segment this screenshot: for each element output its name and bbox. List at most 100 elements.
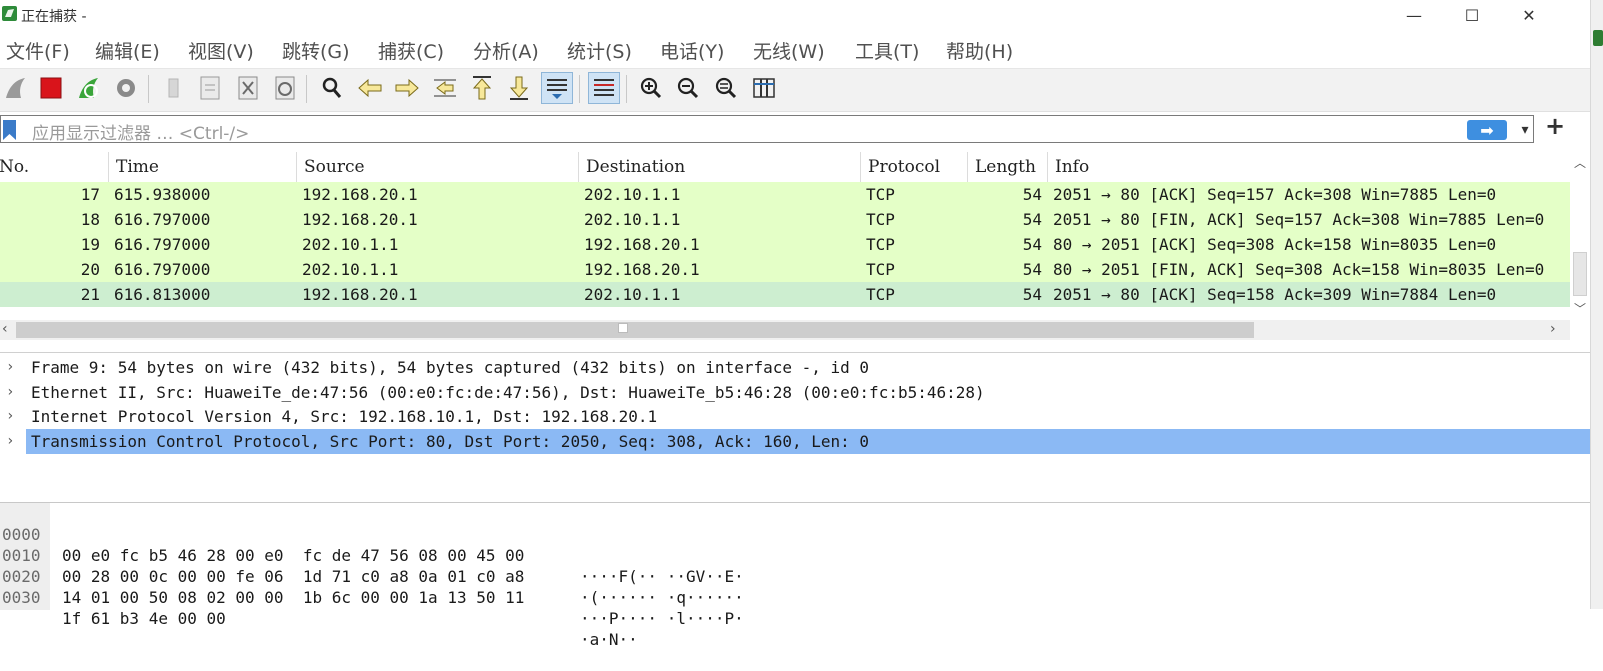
wireshark-window: 正在捕获 - — ☐ ✕ 文件(F) 编辑(E) 视图(V) 跳转(G) 捕获(… (0, 0, 1590, 649)
cell-info: 80 → 2051 [ACK] Seq=308 Ack=158 Win=8035… (1053, 235, 1497, 254)
menu-file[interactable]: 文件(F) (6, 37, 70, 64)
bytes-row[interactable]: 0000 00 e0 fc b5 46 28 00 e0 fc de 47 56… (0, 503, 1590, 586)
close-button[interactable]: ✕ (1500, 0, 1558, 30)
close-file-icon[interactable] (232, 72, 264, 104)
byte-ascii[interactable]: ·(······ ·q······ (580, 587, 744, 608)
menu-view[interactable]: 视图(V) (188, 37, 254, 64)
scroll-right-icon[interactable]: › (1550, 321, 1556, 337)
detail-row-frame[interactable]: › Frame 9: 54 bytes on wire (432 bits), … (0, 355, 1590, 380)
add-filter-button[interactable]: + (1545, 112, 1565, 140)
cell-time: 615.938000 (114, 185, 211, 204)
filter-history-dropdown[interactable]: ▾ (1517, 120, 1533, 140)
packet-list: No. Time Source Destination Protocol Len… (0, 152, 1590, 348)
menu-capture[interactable]: 捕获(C) (378, 37, 444, 64)
column-length[interactable]: Length (967, 152, 1047, 182)
table-row-selected[interactable]: 21 616.813000 192.168.20.1 202.10.1.1 TC… (0, 282, 1570, 307)
menu-wireless[interactable]: 无线(W) (753, 37, 825, 64)
cell-time: 616.797000 (114, 210, 211, 229)
table-row[interactable]: 19 616.797000 202.10.1.1 192.168.20.1 TC… (0, 232, 1570, 257)
scroll-down-icon[interactable]: ﹀ (1574, 300, 1586, 317)
restart-capture-icon[interactable] (73, 72, 105, 104)
cell-destination: 192.168.20.1 (584, 235, 700, 254)
table-row[interactable]: 17 615.938000 192.168.20.1 202.10.1.1 TC… (0, 182, 1570, 207)
packet-list-header: No. Time Source Destination Protocol Len… (0, 152, 1570, 183)
zoom-in-icon[interactable] (635, 72, 667, 104)
table-row[interactable]: 20 616.797000 202.10.1.1 192.168.20.1 TC… (0, 257, 1570, 282)
capture-options-gear-icon[interactable] (110, 72, 142, 104)
menu-go[interactable]: 跳转(G) (282, 37, 350, 64)
go-last-packet-icon[interactable] (503, 72, 535, 104)
go-forward-icon[interactable] (391, 72, 423, 104)
chevron-right-icon[interactable]: › (6, 429, 14, 454)
wireshark-logo-icon (2, 6, 17, 21)
apply-filter-button[interactable]: ➡ (1467, 120, 1507, 140)
go-first-packet-icon[interactable] (466, 72, 498, 104)
cell-no: 18 (80, 210, 100, 229)
stop-capture-icon[interactable] (35, 72, 67, 104)
display-filter-input[interactable]: 应用显示过滤器 … <Ctrl-/> ➡ ▾ (0, 115, 1534, 144)
chevron-right-icon[interactable]: › (6, 355, 14, 380)
cell-info: 2051 → 80 [FIN, ACK] Seq=157 Ack=308 Win… (1053, 210, 1545, 229)
column-protocol[interactable]: Protocol (860, 152, 967, 182)
go-to-packet-icon[interactable] (429, 72, 461, 104)
find-packet-icon[interactable] (316, 72, 348, 104)
minimize-button[interactable]: — (1385, 0, 1443, 30)
menu-statistics[interactable]: 统计(S) (567, 37, 632, 64)
toolbar-separator (579, 75, 580, 103)
maximize-button[interactable]: ☐ (1443, 0, 1501, 30)
menu-analyze[interactable]: 分析(A) (473, 37, 539, 64)
packet-list-vertical-scrollbar[interactable]: ︿ ﹀ (1570, 152, 1590, 320)
bytes-row[interactable]: 0010 00 28 00 0c 00 00 fe 06 1d 71 c0 a8… (0, 524, 1590, 607)
cell-no: 20 (80, 260, 100, 279)
menu-edit[interactable]: 编辑(E) (95, 37, 160, 64)
column-destination[interactable]: Destination (578, 152, 860, 182)
detail-row-ethernet[interactable]: › Ethernet II, Src: HuaweiTe_de:47:56 (0… (0, 380, 1590, 405)
column-time[interactable]: Time (108, 152, 296, 182)
reload-file-icon[interactable] (269, 72, 301, 104)
menu-telephony[interactable]: 电话(Y) (660, 37, 724, 64)
auto-scroll-icon[interactable] (541, 72, 573, 104)
menu-help[interactable]: 帮助(H) (946, 37, 1013, 64)
scrollbar-thumb[interactable] (16, 322, 1254, 338)
detail-text: Frame 9: 54 bytes on wire (432 bits), 54… (31, 358, 870, 377)
cell-time: 616.797000 (114, 235, 211, 254)
cell-source: 192.168.20.1 (302, 185, 418, 204)
column-no[interactable]: No. (0, 152, 108, 182)
scroll-left-icon[interactable]: ‹ (2, 321, 8, 337)
packet-list-horizontal-scrollbar[interactable]: ‹ › (0, 320, 1570, 340)
byte-ascii[interactable]: ·a·N·· (580, 629, 638, 650)
bytes-row[interactable]: 0020 14 01 00 50 08 02 00 00 1b 6c 00 00… (0, 545, 1590, 628)
open-file-icon[interactable] (158, 72, 190, 104)
column-info[interactable]: Info (1047, 152, 1570, 182)
scrollbar-thumb[interactable] (1573, 252, 1587, 296)
display-filter-bar: 应用显示过滤器 … <Ctrl-/> ➡ ▾ + (0, 112, 1590, 148)
column-source[interactable]: Source (296, 152, 578, 182)
scroll-up-icon[interactable]: ︿ (1574, 154, 1586, 171)
shark-fin-start-icon[interactable] (0, 72, 32, 104)
main-toolbar (0, 68, 1590, 112)
cell-source: 202.10.1.1 (302, 235, 399, 254)
byte-hex[interactable]: 1f 61 b3 4e 00 00 (62, 608, 226, 629)
detail-row-ip[interactable]: › Internet Protocol Version 4, Src: 192.… (0, 404, 1590, 429)
cell-info: 2051 → 80 [ACK] Seq=157 Ack=308 Win=7885… (1053, 185, 1497, 204)
normal-size-icon[interactable] (710, 72, 742, 104)
resize-columns-icon[interactable] (748, 72, 780, 104)
cell-source: 192.168.20.1 (302, 285, 418, 304)
cell-time: 616.813000 (114, 285, 211, 304)
detail-row-tcp-selected[interactable]: › Transmission Control Protocol, Src Por… (0, 429, 1590, 454)
bytes-row[interactable]: 0030 1f 61 b3 4e 00 00 ·a·N·· (0, 566, 1590, 649)
bookmark-icon[interactable] (3, 120, 16, 140)
background-window-edge (1590, 0, 1603, 609)
menu-tools[interactable]: 工具(T) (855, 37, 919, 64)
save-file-icon[interactable] (194, 72, 226, 104)
detail-text: Internet Protocol Version 4, Src: 192.16… (31, 407, 658, 426)
chevron-right-icon[interactable]: › (6, 380, 14, 405)
go-back-icon[interactable] (354, 72, 386, 104)
chevron-right-icon[interactable]: › (6, 404, 14, 429)
zoom-out-icon[interactable] (672, 72, 704, 104)
byte-hex[interactable]: 14 01 00 50 08 02 00 00 1b 6c 00 00 1a 1… (62, 587, 524, 608)
colorize-icon[interactable] (588, 72, 620, 104)
table-row[interactable]: 18 616.797000 192.168.20.1 202.10.1.1 TC… (0, 207, 1570, 232)
cell-time: 616.797000 (114, 260, 211, 279)
byte-ascii[interactable]: ···P···· ·l····P· (580, 608, 744, 629)
